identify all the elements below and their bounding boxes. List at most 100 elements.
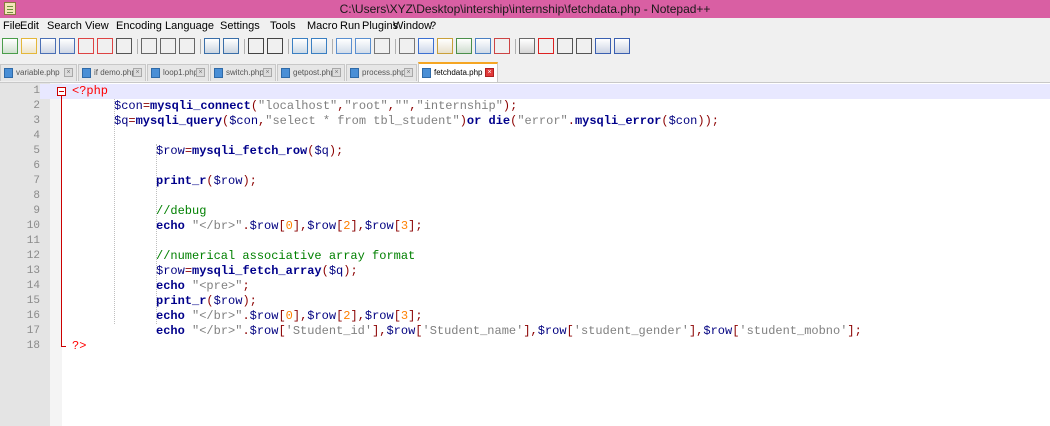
tab-loop1-php[interactable]: loop1.php × bbox=[147, 64, 209, 81]
replace-icon[interactable] bbox=[267, 38, 283, 54]
line-number: 10 bbox=[0, 219, 40, 234]
menu-run[interactable]: Run bbox=[340, 20, 360, 32]
menu-file[interactable]: File bbox=[3, 20, 21, 32]
menu-tools[interactable]: Tools bbox=[270, 20, 296, 32]
tab-if-demo-php[interactable]: if demo.php × bbox=[78, 64, 146, 81]
line-number: 8 bbox=[0, 189, 40, 204]
menu-help[interactable]: ? bbox=[430, 20, 436, 32]
code-line[interactable]: 14 echo "<pre>"; bbox=[0, 279, 1050, 294]
menu-settings[interactable]: Settings bbox=[220, 20, 260, 32]
code-line[interactable]: 17 echo "</br>".$row['Student_id'],$row['… bbox=[0, 324, 1050, 339]
tab-switch-php[interactable]: switch.php × bbox=[210, 64, 276, 81]
code-line[interactable]: 7 print_r($row); bbox=[0, 174, 1050, 189]
tab-variable-php[interactable]: variable.php × bbox=[0, 64, 77, 81]
sync-vertical-icon[interactable] bbox=[336, 38, 352, 54]
close-all-icon[interactable] bbox=[97, 38, 113, 54]
redo-icon[interactable] bbox=[223, 38, 239, 54]
toolbar-separator bbox=[288, 39, 289, 54]
toolbar-separator bbox=[200, 39, 201, 54]
save-icon[interactable] bbox=[40, 38, 56, 54]
open-icon[interactable] bbox=[21, 38, 37, 54]
tab-label: if demo.php bbox=[94, 68, 136, 77]
tab-close-icon[interactable]: × bbox=[196, 68, 205, 77]
tab-label: loop1.php bbox=[163, 68, 199, 77]
fold-collapse-icon[interactable] bbox=[57, 87, 66, 96]
tab-process-php[interactable]: process.php × bbox=[346, 64, 417, 81]
word-wrap-icon[interactable] bbox=[374, 38, 390, 54]
sync-horizontal-icon[interactable] bbox=[355, 38, 371, 54]
tab-label: switch.php bbox=[226, 68, 264, 77]
show-all-chars-icon[interactable] bbox=[399, 38, 415, 54]
code-line[interactable]: 2 $con=mysqli_connect("localhost","root",… bbox=[0, 99, 1050, 114]
cut-icon[interactable] bbox=[141, 38, 157, 54]
zoom-out-icon[interactable] bbox=[311, 38, 327, 54]
code-line[interactable]: 12 //numerical associative array format bbox=[0, 249, 1050, 264]
code-editor[interactable]: 1 <?php 2 $con=mysqli_connect("localhost","… bbox=[0, 83, 1050, 426]
toolbar-separator bbox=[395, 39, 396, 54]
tab-close-icon[interactable]: × bbox=[133, 68, 142, 77]
find-icon[interactable] bbox=[248, 38, 264, 54]
record-macro-icon[interactable] bbox=[538, 38, 554, 54]
indent-guide-icon[interactable] bbox=[418, 38, 434, 54]
code-line[interactable]: 9 //debug bbox=[0, 204, 1050, 219]
line-number: 9 bbox=[0, 204, 40, 219]
menu-window[interactable]: Window bbox=[393, 20, 432, 32]
code-line[interactable]: 3 $q=mysqli_query($con,"select * from tbl… bbox=[0, 114, 1050, 129]
code-line[interactable]: 16 echo "</br>".$row[0],$row[2],$row[3]; bbox=[0, 309, 1050, 324]
code-line[interactable]: 8 bbox=[0, 189, 1050, 204]
line-number: 14 bbox=[0, 279, 40, 294]
fold-end-marker bbox=[61, 346, 66, 347]
run-macro-multiple-icon[interactable] bbox=[595, 38, 611, 54]
menu-search[interactable]: Search bbox=[47, 20, 82, 32]
menu-edit[interactable]: Edit bbox=[20, 20, 39, 32]
tab-getpost-php[interactable]: getpost.php × bbox=[277, 64, 345, 81]
code-line[interactable]: 15 print_r($row); bbox=[0, 294, 1050, 309]
menu-encoding[interactable]: Encoding bbox=[116, 20, 162, 32]
menu-macro[interactable]: Macro bbox=[307, 20, 338, 32]
code-line[interactable]: 5 $row=mysqli_fetch_row($q); bbox=[0, 144, 1050, 159]
print-icon[interactable] bbox=[116, 38, 132, 54]
code-line[interactable]: 10 echo "</br>".$row[0],$row[2],$row[3]; bbox=[0, 219, 1050, 234]
undo-icon[interactable] bbox=[204, 38, 220, 54]
code-line[interactable]: 4 bbox=[0, 129, 1050, 144]
code-line[interactable]: 1 <?php bbox=[0, 84, 1050, 99]
paste-icon[interactable] bbox=[179, 38, 195, 54]
tab-label: process.php bbox=[362, 68, 406, 77]
code-line[interactable]: 18 ?> bbox=[0, 339, 1050, 354]
toolbar-separator bbox=[244, 39, 245, 54]
code-text: echo "</br>".$row['Student_id'],$row['St… bbox=[156, 324, 862, 338]
close-icon[interactable] bbox=[78, 38, 94, 54]
file-icon bbox=[4, 68, 13, 78]
copy-icon[interactable] bbox=[160, 38, 176, 54]
file-icon bbox=[350, 68, 359, 78]
document-map-icon[interactable] bbox=[456, 38, 472, 54]
menu-language[interactable]: Language bbox=[165, 20, 214, 32]
line-number: 7 bbox=[0, 174, 40, 189]
menu-view[interactable]: View bbox=[85, 20, 109, 32]
save-all-icon[interactable] bbox=[59, 38, 75, 54]
function-list-icon[interactable] bbox=[475, 38, 491, 54]
fold-range-line bbox=[61, 96, 62, 347]
user-language-icon[interactable] bbox=[437, 38, 453, 54]
tab-close-icon[interactable]: × bbox=[332, 68, 341, 77]
code-line[interactable]: 11 bbox=[0, 234, 1050, 249]
line-number: 2 bbox=[0, 99, 40, 114]
tab-label: variable.php bbox=[16, 68, 60, 77]
folder-workspace-icon[interactable] bbox=[494, 38, 510, 54]
monitoring-icon[interactable] bbox=[519, 38, 535, 54]
line-number: 5 bbox=[0, 144, 40, 159]
zoom-in-icon[interactable] bbox=[292, 38, 308, 54]
tab-close-icon[interactable]: × bbox=[263, 68, 272, 77]
code-text: <?php bbox=[72, 84, 109, 98]
code-line[interactable]: 13 $row=mysqli_fetch_array($q); bbox=[0, 264, 1050, 279]
save-macro-icon[interactable] bbox=[614, 38, 630, 54]
code-line[interactable]: 6 bbox=[0, 159, 1050, 174]
stop-record-icon[interactable] bbox=[557, 38, 573, 54]
tab-close-icon[interactable]: × bbox=[485, 68, 494, 77]
tab-close-icon[interactable]: × bbox=[64, 68, 73, 77]
code-text: $q=mysqli_query($con,"select * from tbl_… bbox=[114, 114, 719, 128]
tab-close-icon[interactable]: × bbox=[404, 68, 413, 77]
play-macro-icon[interactable] bbox=[576, 38, 592, 54]
new-file-icon[interactable] bbox=[2, 38, 18, 54]
tab-fetchdata-php[interactable]: fetchdata.php × bbox=[418, 62, 498, 82]
